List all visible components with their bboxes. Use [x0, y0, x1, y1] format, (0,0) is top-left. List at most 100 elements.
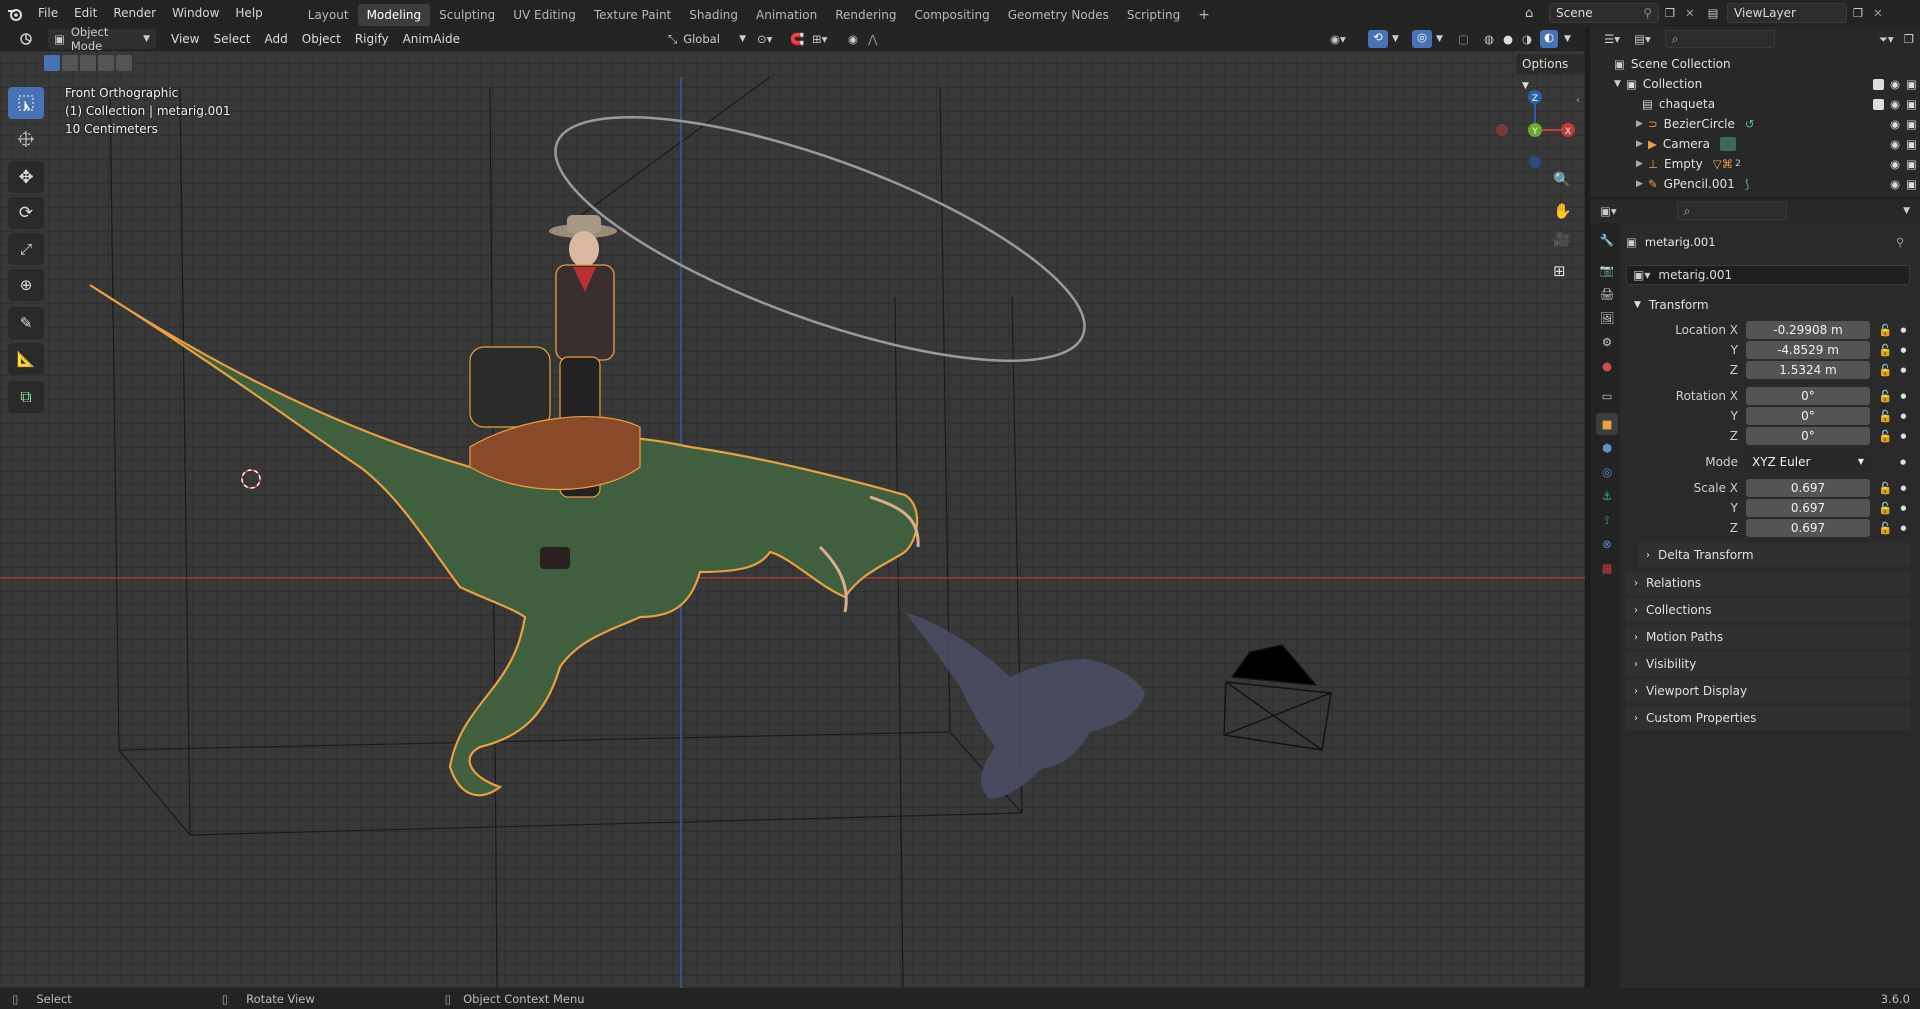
solid-shading-icon[interactable]: ● — [1503, 32, 1513, 46]
overlay-toggle-icon[interactable]: ◎ — [1412, 30, 1432, 48]
visibility-icon[interactable]: ◉▾ — [1330, 32, 1346, 46]
tab-uv-editing[interactable]: UV Editing — [504, 4, 585, 26]
location-y-field[interactable]: -4.8529 m — [1746, 341, 1870, 359]
outliner-row-empty[interactable]: ▶ ⊥ Empty ▽⌘ 2 ◉ ▣ — [1590, 154, 1920, 174]
lock-icon[interactable]: 🔓 — [1878, 521, 1892, 535]
rotate-tool[interactable]: ⟳ — [8, 197, 44, 229]
eye-icon[interactable]: ◉ — [1890, 177, 1900, 191]
keyframe-dot-icon[interactable]: ● — [1900, 326, 1906, 334]
object-name-field[interactable]: ▣▾ metarig.001 — [1626, 265, 1910, 285]
eye-icon[interactable]: ◉ — [1890, 117, 1900, 131]
render-tab-icon[interactable]: 📷 — [1596, 259, 1618, 281]
lock-icon[interactable]: 🔓 — [1878, 343, 1892, 357]
lock-icon[interactable]: 🔓 — [1878, 363, 1892, 377]
eye-icon[interactable]: ◉ — [1890, 77, 1900, 91]
select-extend-icon[interactable] — [62, 55, 78, 71]
expand-arrow-icon[interactable]: ▶ — [1636, 179, 1648, 189]
tab-rendering[interactable]: Rendering — [826, 4, 905, 26]
scale-z-field[interactable]: 0.697 — [1746, 519, 1870, 537]
camera-render-icon[interactable]: ▣ — [1906, 137, 1917, 151]
expand-arrow-icon[interactable]: ▶ — [1636, 139, 1648, 149]
location-x-field[interactable]: -0.29908 m — [1746, 321, 1870, 339]
keyframe-dot-icon[interactable]: ● — [1900, 392, 1906, 400]
transform-orientation-dropdown[interactable]: ⤡ Global ▼ — [668, 29, 746, 49]
keyframe-dot-icon[interactable]: ● — [1900, 524, 1906, 532]
cursor-tool[interactable] — [8, 123, 44, 155]
expand-arrow-icon[interactable]: ▶ — [1636, 159, 1648, 169]
custom-properties-panel-header[interactable]: › Custom Properties — [1626, 706, 1910, 730]
new-scene-icon[interactable]: ❐ — [1659, 6, 1681, 20]
pan-hand-icon[interactable]: ✋ — [1553, 202, 1572, 220]
options-dropdown-icon[interactable]: ▼ — [1903, 206, 1910, 216]
tab-layout[interactable]: Layout — [299, 4, 358, 26]
select-new-icon[interactable] — [44, 55, 60, 71]
new-view-layer-icon[interactable]: ❐ — [1847, 6, 1869, 20]
properties-search-input[interactable]: ⌕ — [1676, 202, 1787, 220]
lock-icon[interactable]: 🔓 — [1878, 501, 1892, 515]
snap-icon[interactable]: 🧲 — [790, 32, 804, 46]
tab-scripting[interactable]: Scripting — [1118, 4, 1189, 26]
annotate-tool[interactable]: ✎ — [8, 307, 44, 339]
scale-y-field[interactable]: 0.697 — [1746, 499, 1870, 517]
lock-icon[interactable]: 🔓 — [1878, 429, 1892, 443]
keyframe-dot-icon[interactable]: ● — [1900, 412, 1906, 420]
eye-icon[interactable]: ◉ — [1890, 157, 1900, 171]
camera-render-icon[interactable]: ▣ — [1906, 157, 1917, 171]
eye-icon[interactable]: ◉ — [1890, 97, 1900, 111]
tab-modeling[interactable]: Modeling — [357, 3, 431, 26]
menu-object[interactable]: Object — [295, 32, 348, 46]
gizmo-dropdown-icon[interactable]: ▼ — [1392, 34, 1399, 44]
keyframe-dot-icon[interactable]: ● — [1900, 458, 1906, 466]
3d-viewport[interactable]: ▣ Object Mode ▼ View Select Add Object R… — [0, 27, 1585, 988]
keyframe-dot-icon[interactable]: ● — [1900, 504, 1906, 512]
camera-render-icon[interactable]: ▣ — [1906, 177, 1917, 191]
object-constraint-tab-icon[interactable]: ⚓ — [1596, 485, 1618, 507]
overlay-dropdown-icon[interactable]: ▼ — [1436, 34, 1443, 44]
visibility-panel-header[interactable]: › Visibility — [1626, 652, 1910, 676]
camera-render-icon[interactable]: ▣ — [1906, 97, 1917, 111]
proportional-edit-icon[interactable]: ◉ — [848, 32, 858, 46]
navigation-gizmo[interactable]: Z X Y — [1490, 85, 1580, 175]
properties-editor-type-icon[interactable]: ▣▾ — [1600, 204, 1617, 218]
expand-arrow-icon[interactable]: ▶ — [1636, 119, 1648, 129]
menu-select[interactable]: Select — [206, 32, 257, 46]
object-tab-icon[interactable]: ■ — [1596, 413, 1618, 435]
scene-tab-icon[interactable]: ⚙ — [1596, 331, 1618, 353]
lock-icon[interactable]: 🔓 — [1878, 323, 1892, 337]
tab-animation[interactable]: Animation — [747, 4, 826, 26]
outliner-search-input[interactable]: ⌕ — [1664, 30, 1775, 48]
scene-selector[interactable]: Scene ⚲ — [1549, 3, 1659, 23]
xray-icon[interactable]: ▢ — [1458, 32, 1469, 46]
camera-view-icon[interactable]: 🎥 — [1553, 232, 1570, 248]
outliner-row-camera[interactable]: ▶ ▶ Camera ◉ ▣ — [1590, 134, 1920, 154]
outliner-editor-type-icon[interactable]: ☰▾ — [1604, 32, 1620, 46]
view-layer-icon[interactable]: ▤ — [1699, 6, 1727, 20]
outliner-row-collection[interactable]: ▼ ▣ Collection ◉ ▣ — [1590, 74, 1920, 94]
delete-scene-icon[interactable]: ✕ — [1681, 6, 1699, 20]
keyframe-dot-icon[interactable]: ● — [1900, 432, 1906, 440]
options-button[interactable]: Options ▼ — [1516, 54, 1585, 91]
select-subtract-icon[interactable] — [80, 55, 96, 71]
modifiers-tab-icon[interactable]: ⬢ — [1596, 437, 1618, 459]
scale-tool[interactable]: ⤢ — [8, 233, 44, 265]
menu-view[interactable]: View — [164, 32, 206, 46]
view-layer-tab-icon[interactable]: 🖼 — [1596, 307, 1618, 329]
physics-tab-icon[interactable]: ◎ — [1596, 461, 1618, 483]
scene-icon[interactable]: ⌂ — [1525, 6, 1549, 21]
filter-icon[interactable]: ⏷▾ — [1879, 32, 1894, 47]
world-tab-icon[interactable]: ● — [1596, 355, 1618, 377]
zoom-icon[interactable]: 🔍 — [1553, 172, 1570, 188]
pivot-point-icon[interactable]: ⊙▾ — [757, 32, 772, 46]
keyframe-dot-icon[interactable]: ● — [1900, 484, 1906, 492]
output-tab-icon[interactable]: 🖨 — [1596, 283, 1618, 305]
lock-icon[interactable]: 🔓 — [1878, 409, 1892, 423]
collections-panel-header[interactable]: › Collections — [1626, 598, 1910, 622]
measure-tool[interactable]: 📐 — [8, 343, 44, 375]
keyframe-dot-icon[interactable]: ● — [1900, 346, 1906, 354]
shading-dropdown-icon[interactable]: ▼ — [1564, 34, 1571, 44]
select-intersect-icon[interactable] — [116, 55, 132, 71]
scale-x-field[interactable]: 0.697 — [1746, 479, 1870, 497]
snap-target-icon[interactable]: ⊞▾ — [812, 32, 827, 46]
menu-file[interactable]: File — [30, 0, 66, 27]
relations-panel-header[interactable]: › Relations — [1626, 571, 1910, 595]
